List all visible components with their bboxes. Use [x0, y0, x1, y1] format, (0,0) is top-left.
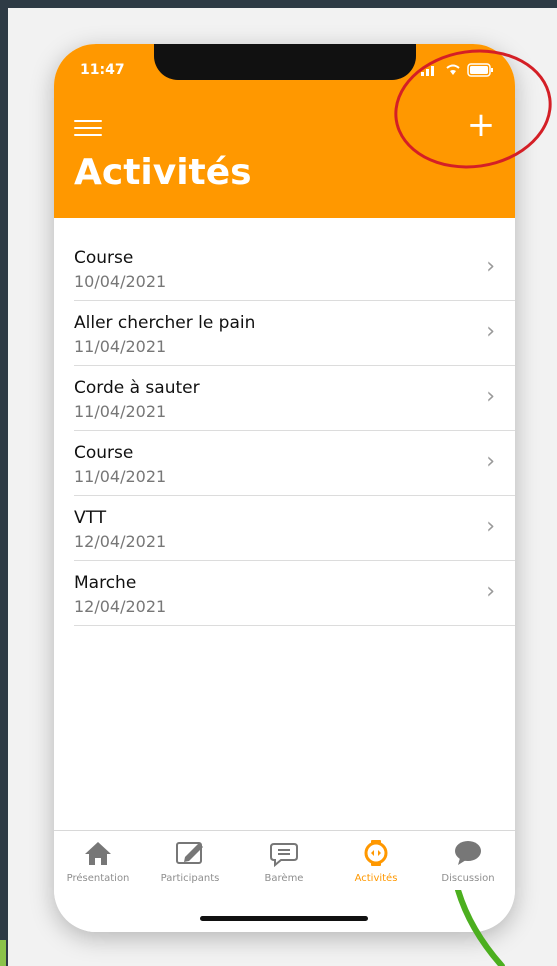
menu-icon[interactable] [74, 120, 102, 138]
activity-name: VTT [74, 508, 107, 528]
activity-name: Course [74, 443, 134, 463]
activity-date: 12/04/2021 [74, 532, 167, 551]
chevron-right-icon: › [486, 384, 495, 409]
activity-name: Aller chercher le pain [74, 313, 256, 333]
notch [154, 44, 416, 80]
list-item[interactable]: Marche 12/04/2021 › [74, 561, 515, 626]
chevron-right-icon: › [486, 514, 495, 539]
activity-date: 11/04/2021 [74, 402, 167, 421]
chat-list-icon [244, 839, 324, 868]
chevron-right-icon: › [486, 579, 495, 604]
home-indicator [200, 916, 368, 921]
tab-participants[interactable]: Participants [150, 839, 230, 884]
chevron-right-icon: › [486, 254, 495, 279]
tab-activites[interactable]: Activités [336, 839, 416, 884]
discussion-icon [428, 839, 508, 867]
activity-date: 10/04/2021 [74, 272, 167, 291]
annotation-mark [0, 940, 6, 966]
activity-date: 11/04/2021 [74, 337, 167, 356]
list-item[interactable]: Course 11/04/2021 › [74, 431, 515, 496]
list-item[interactable]: VTT 12/04/2021 › [74, 496, 515, 561]
home-icon [58, 839, 138, 867]
tab-label: Discussion [441, 873, 495, 884]
activity-name: Course [74, 248, 134, 268]
chevron-right-icon: › [486, 449, 495, 474]
activity-name: Corde à sauter [74, 378, 200, 398]
chevron-right-icon: › [486, 319, 495, 344]
list-item[interactable]: Aller chercher le pain 11/04/2021 › [74, 301, 515, 366]
status-time: 11:47 [80, 62, 125, 78]
annotation-arrow [455, 890, 505, 966]
list-item[interactable]: Corde à sauter 11/04/2021 › [74, 366, 515, 431]
list-item[interactable]: Course 10/04/2021 › [74, 236, 515, 301]
tab-label: Présentation [66, 873, 130, 884]
phone-frame: 11:47 + Activités Course 10/04/2021 › Al… [54, 44, 515, 932]
tab-label: Barème [264, 873, 304, 884]
tab-bareme[interactable]: Barème [244, 839, 324, 884]
tab-label: Participants [160, 873, 220, 884]
activity-name: Marche [74, 573, 137, 593]
tab-label: Activités [354, 873, 398, 884]
edit-icon [150, 839, 230, 867]
activity-list: Course 10/04/2021 › Aller chercher le pa… [74, 236, 515, 626]
tab-discussion[interactable]: Discussion [428, 839, 508, 884]
tab-presentation[interactable]: Présentation [58, 839, 138, 884]
activity-date: 11/04/2021 [74, 467, 167, 486]
activity-date: 12/04/2021 [74, 597, 167, 616]
page-title: Activités [74, 152, 252, 193]
activity-icon [336, 839, 416, 867]
